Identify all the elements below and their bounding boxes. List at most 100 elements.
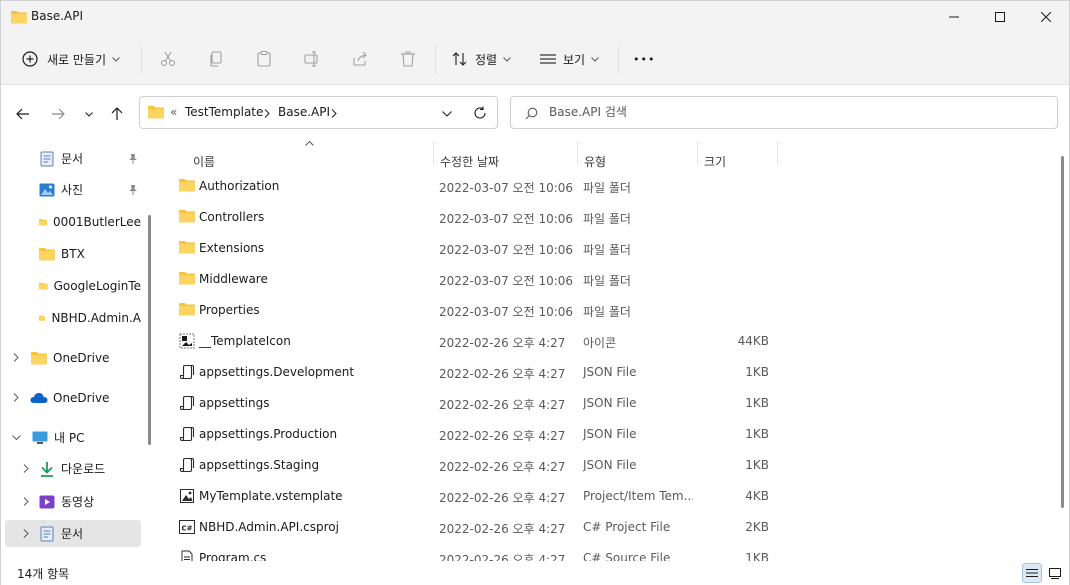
json-file-icon [179, 364, 195, 380]
sidebar-item-onedrive-cloud[interactable]: OneDrive [5, 384, 141, 411]
column-divider[interactable] [577, 141, 578, 165]
column-header-name[interactable]: 이름 [193, 153, 215, 170]
toolbar-divider [618, 45, 619, 73]
sort-button[interactable]: 정렬 [451, 47, 511, 71]
breadcrumb-overflow[interactable]: « [170, 105, 177, 119]
sidebar-scrollbar[interactable] [148, 215, 151, 445]
close-button[interactable] [1023, 1, 1069, 33]
file-size: 1KB [745, 551, 769, 561]
sidebar-item-label: 문서 [61, 527, 84, 541]
sidebar-item-downloads[interactable]: 다운로드 [5, 455, 141, 482]
file-row[interactable]: MyTemplate.vstemplate 2022-02-26 오후 4:27 P… [177, 480, 777, 511]
recent-locations-button[interactable] [79, 105, 99, 123]
chevron-right-icon[interactable] [23, 529, 29, 538]
chevron-right-icon[interactable] [264, 109, 270, 118]
file-type: C# Project File [583, 520, 671, 534]
file-type: JSON File [583, 458, 637, 472]
file-row[interactable]: appsettings.Production 2022-02-26 오후 4:27… [177, 418, 777, 449]
file-name: Extensions [199, 241, 265, 255]
view-button[interactable]: 보기 [539, 47, 599, 71]
tiles-view-button[interactable] [1045, 563, 1065, 583]
maximize-button[interactable] [977, 1, 1023, 33]
up-button[interactable] [107, 105, 127, 123]
file-row[interactable]: Program.cs 2022-02-26 오후 4:27 C# Source Fi… [177, 542, 777, 561]
column-header-type[interactable]: 유형 [584, 153, 606, 170]
file-row[interactable]: appsettings.Staging 2022-02-26 오후 4:27 JSO… [177, 449, 777, 480]
details-view-button[interactable] [1022, 563, 1042, 583]
sidebar-item-folder[interactable]: BTX [5, 240, 141, 267]
file-date: 2022-02-26 오후 4:27 [439, 336, 566, 350]
forward-button[interactable] [48, 105, 68, 123]
file-row[interactable]: C# NBHD.Admin.API.csproj 2022-02-26 오후 4:2… [177, 511, 777, 542]
chevron-right-icon[interactable] [13, 353, 19, 362]
sidebar-item-this-pc[interactable]: 내 PC [5, 424, 141, 451]
file-type: 파일 폴더 [583, 305, 631, 319]
file-list-scrollbar[interactable] [1061, 156, 1064, 508]
sidebar-item-documents-selected[interactable]: 문서 [5, 520, 141, 547]
json-file-icon [179, 457, 195, 473]
more-options-button[interactable]: ••• [633, 47, 655, 71]
search-box[interactable] [510, 96, 1058, 129]
file-row[interactable]: Authorization 2022-03-07 오전 10:06 파일 폴더 [177, 170, 777, 201]
file-row[interactable]: appsettings.Development 2022-02-26 오후 4:2… [177, 356, 777, 387]
sidebar-item-onedrive[interactable]: OneDrive [5, 344, 141, 371]
file-row[interactable]: Extensions 2022-03-07 오전 10:06 파일 폴더 [177, 232, 777, 263]
address-bar[interactable]: « TestTemplate Base.API [139, 96, 498, 129]
chevron-right-icon[interactable] [331, 109, 337, 118]
chevron-down-icon [503, 56, 511, 62]
new-button[interactable]: 새로 만들기 [21, 47, 120, 71]
sidebar-item-videos[interactable]: 동영상 [5, 488, 141, 515]
sidebar-item-folder[interactable]: 0001ButlerLee [5, 208, 141, 235]
breadcrumb-item[interactable]: Base.API [278, 105, 330, 119]
column-divider[interactable] [433, 141, 434, 165]
minimize-button[interactable] [931, 1, 977, 33]
file-row[interactable]: appsettings 2022-02-26 오후 4:27 JSON File 1K… [177, 387, 777, 418]
chevron-right-icon[interactable] [23, 464, 29, 473]
file-row[interactable]: Controllers 2022-03-07 오전 10:06 파일 폴더 [177, 201, 777, 232]
sidebar-item-documents[interactable]: 문서 [5, 145, 141, 172]
column-divider[interactable] [777, 141, 778, 165]
chevron-right-icon[interactable] [13, 393, 19, 402]
chevron-down-icon [591, 56, 599, 62]
column-header-size[interactable]: 크기 [704, 153, 726, 170]
paste-button[interactable] [255, 47, 273, 71]
chevron-down-icon[interactable] [12, 434, 21, 441]
pin-icon[interactable] [127, 153, 139, 165]
folder-icon [31, 351, 47, 364]
breadcrumb-item[interactable]: TestTemplate [185, 105, 263, 119]
arrow-up-icon [111, 107, 123, 120]
file-name: Program.cs [199, 551, 267, 561]
column-header-date[interactable]: 수정한 날짜 [440, 153, 499, 170]
file-size: 1KB [745, 458, 769, 472]
column-divider[interactable] [697, 141, 698, 165]
sort-arrows-icon [452, 52, 467, 66]
sidebar-item-label: BTX [61, 246, 85, 261]
title-bar[interactable]: Base.API [1, 1, 1069, 33]
status-bar: 14개 항목 [1, 561, 1069, 585]
file-date: 2022-03-07 오전 10:06 [439, 274, 574, 288]
computer-icon [32, 431, 48, 444]
cut-button[interactable] [159, 47, 177, 71]
chevron-down-icon[interactable] [442, 111, 452, 117]
file-row[interactable]: __TemplateIcon 2022-02-26 오후 4:27 아이콘 44KB [177, 325, 777, 356]
file-date: 2022-02-26 오후 4:27 [439, 367, 566, 381]
file-row[interactable]: Properties 2022-03-07 오전 10:06 파일 폴더 [177, 294, 777, 325]
sidebar-item-label: OneDrive [53, 350, 110, 365]
file-type: 아이콘 [583, 336, 617, 350]
sidebar-item-folder[interactable]: NBHD.Admin.A [5, 304, 141, 331]
chevron-right-icon[interactable] [23, 497, 29, 506]
share-button[interactable] [351, 47, 369, 71]
sidebar-item-pictures[interactable]: 사진 [5, 176, 141, 203]
vstemplate-file-icon [179, 488, 195, 504]
document-icon [40, 526, 54, 541]
delete-button[interactable] [399, 47, 417, 71]
video-icon [39, 495, 55, 508]
rename-button[interactable] [303, 47, 321, 71]
sidebar-item-folder[interactable]: GoogleLoginTe [5, 272, 141, 299]
pin-icon[interactable] [127, 184, 139, 196]
search-input[interactable] [549, 105, 1029, 119]
file-row[interactable]: Middleware 2022-03-07 오전 10:06 파일 폴더 [177, 263, 777, 294]
copy-button[interactable] [207, 47, 225, 71]
back-button[interactable] [13, 105, 33, 123]
refresh-icon[interactable] [473, 106, 487, 120]
